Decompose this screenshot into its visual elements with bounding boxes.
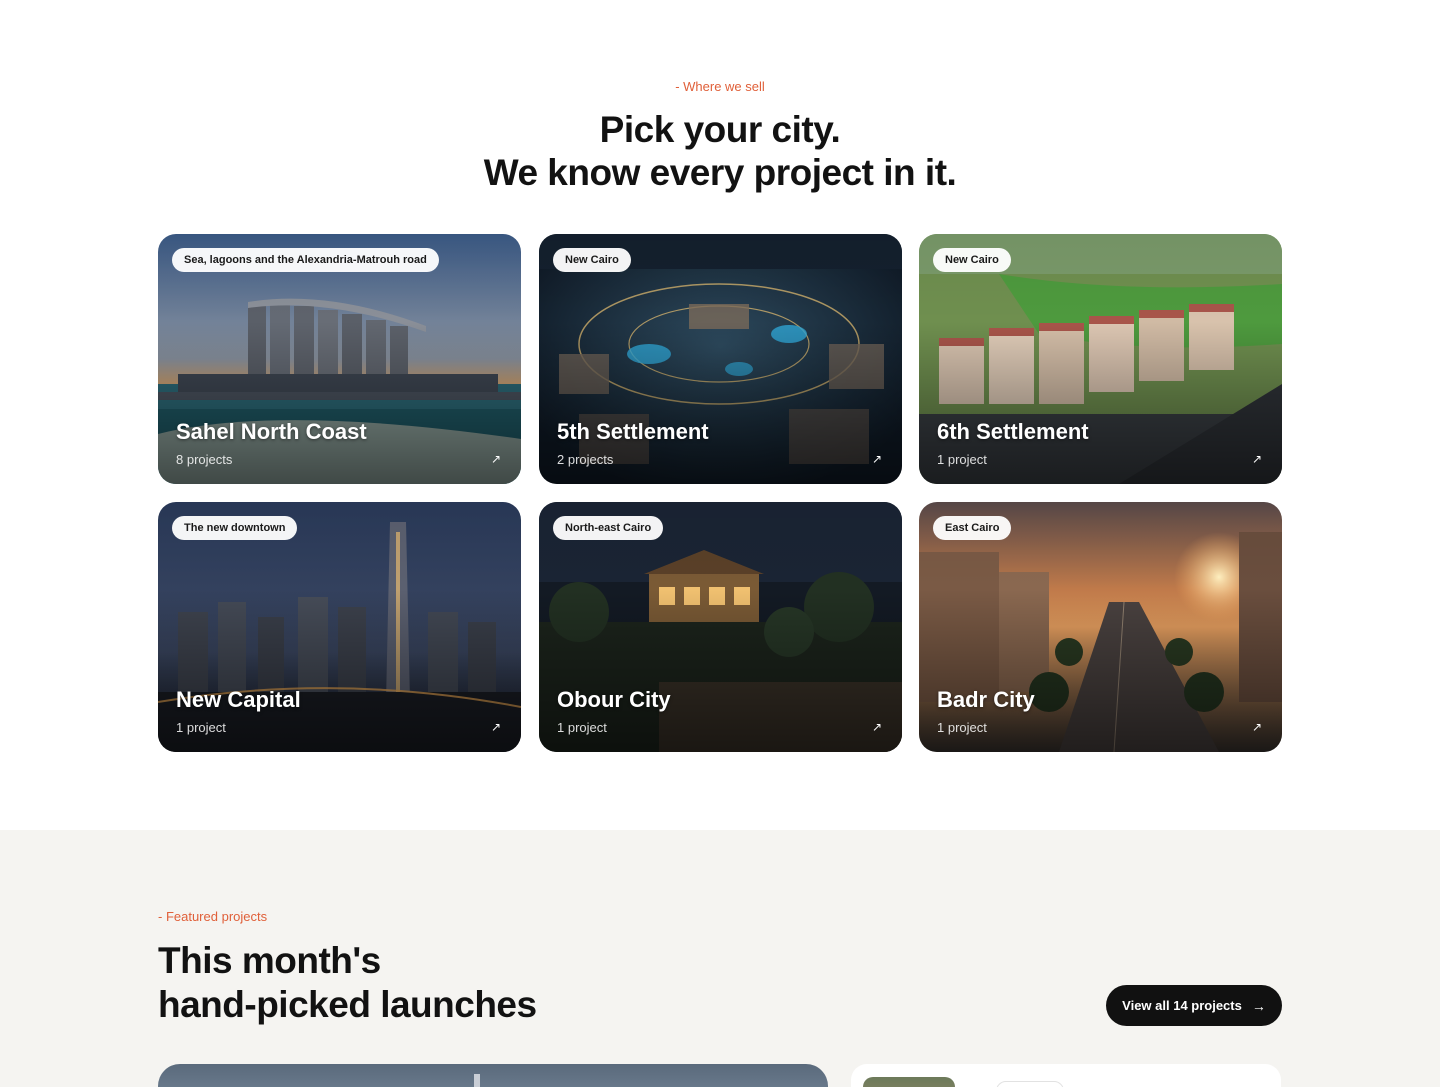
city-project-count: 1 project (937, 720, 987, 735)
city-project-count: 8 projects (176, 452, 233, 467)
city-title: 6th Settlement (937, 419, 1089, 444)
city-project-count: 1 project (557, 720, 607, 735)
city-tag: North-east Cairo (553, 516, 664, 540)
city-tag: East Cairo (933, 516, 1012, 540)
city-title: Sahel North Coast (176, 419, 367, 444)
featured-title: This month's hand-picked launches (158, 939, 537, 1027)
city-project-count: 1 project (937, 452, 987, 467)
city-tag: New Cairo (933, 248, 1011, 272)
featured-eyebrow: - Featured projects (158, 909, 268, 924)
arrow-up-right-icon[interactable]: ↗ (870, 720, 884, 734)
featured-section: - Featured projects This month's hand-pi… (0, 830, 1440, 1087)
view-all-projects-button[interactable]: View all 14 projects → (1106, 985, 1282, 1026)
city-tag: The new downtown (172, 516, 298, 540)
city-tag: Sea, lagoons and the Alexandria-Matrouh … (172, 248, 439, 272)
arrow-up-right-icon[interactable]: ↗ (489, 452, 503, 466)
city-grid: Sea, lagoons and the Alexandria-Matrouh … (158, 234, 1282, 752)
city-project-count: 2 projects (557, 452, 614, 467)
featured-chip (996, 1081, 1064, 1087)
featured-project-card-small[interactable] (851, 1064, 1281, 1087)
featured-project-card-large[interactable] (158, 1064, 828, 1087)
city-card-badr-city[interactable]: East Cairo Badr City 1 project ↗ (919, 502, 1282, 752)
city-card-obour-city[interactable]: North-east Cairo Obour City 1 project ↗ (539, 502, 902, 752)
city-title: Badr City (937, 687, 1035, 712)
city-card-sahel-north-coast[interactable]: Sea, lagoons and the Alexandria-Matrouh … (158, 234, 521, 484)
city-tag: New Cairo (553, 248, 631, 272)
cities-headline-line1: Pick your city. (599, 109, 841, 150)
city-project-count: 1 project (176, 720, 226, 735)
arrow-right-icon: → (1251, 997, 1266, 1014)
city-title: New Capital (176, 687, 301, 712)
featured-image (474, 1074, 480, 1087)
cities-headline: Pick your city. We know every project in… (0, 108, 1440, 194)
city-card-6th-settlement[interactable]: New Cairo 6th Settlement 1 project ↗ (919, 234, 1282, 484)
city-card-5th-settlement[interactable]: New Cairo 5th Settlement 2 projects ↗ (539, 234, 902, 484)
cities-eyebrow: - Where we sell (675, 79, 765, 94)
featured-title-line2: hand-picked launches (158, 984, 537, 1025)
city-card-new-capital[interactable]: The new downtown New Capital 1 project ↗ (158, 502, 521, 752)
arrow-up-right-icon[interactable]: ↗ (1250, 720, 1264, 734)
city-title: Obour City (557, 687, 671, 712)
city-title: 5th Settlement (557, 419, 709, 444)
view-all-label: View all 14 projects (1122, 998, 1242, 1013)
arrow-up-right-icon[interactable]: ↗ (870, 452, 884, 466)
arrow-up-right-icon[interactable]: ↗ (1250, 452, 1264, 466)
cities-section: - Where we sell Pick your city. We know … (0, 0, 1440, 830)
featured-thumbnail (863, 1077, 955, 1087)
cities-headline-line2: We know every project in it. (483, 152, 957, 193)
featured-title-line1: This month's (158, 940, 381, 981)
arrow-up-right-icon[interactable]: ↗ (489, 720, 503, 734)
